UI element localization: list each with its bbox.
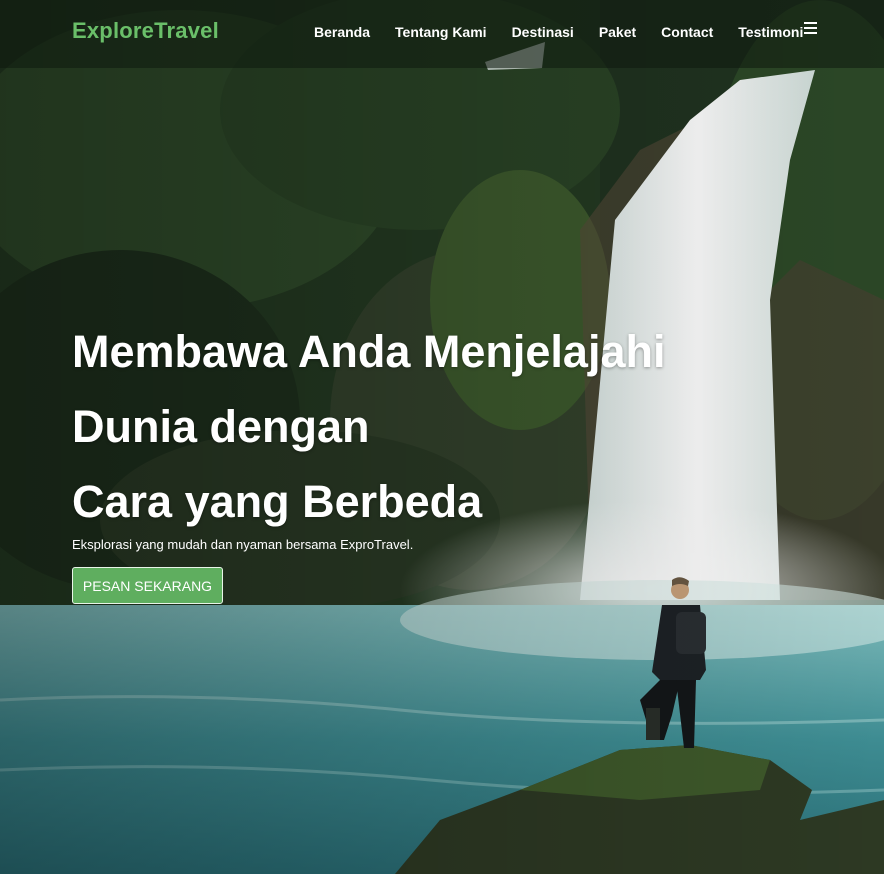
nav-item-tentang-kami[interactable]: Tentang Kami [395,24,487,40]
pesan-sekarang-button[interactable]: PESAN SEKARANG [72,567,223,604]
hero-subtitle: Eksplorasi yang mudah dan nyaman bersama… [72,537,414,552]
nav-item-beranda[interactable]: Beranda [314,24,370,40]
hamburger-menu-icon[interactable] [804,22,817,34]
nav-item-paket[interactable]: Paket [599,24,636,40]
hero-title-line-2: Dunia dengan [72,401,370,452]
hero-content: Membawa Anda Menjelajahi Dunia dengan Ca… [72,314,772,604]
hero-title: Membawa Anda Menjelajahi Dunia dengan Ca… [72,314,772,539]
nav-links: Beranda Tentang Kami Destinasi Paket Con… [314,24,828,40]
nav-item-destinasi[interactable]: Destinasi [512,24,574,40]
nav-item-contact[interactable]: Contact [661,24,713,40]
nav-item-testimoni[interactable]: Testimoni [738,24,803,40]
brand-logo[interactable]: ExploreTravel [72,18,219,44]
navbar: ExploreTravel Beranda Tentang Kami Desti… [0,0,884,68]
hero-title-line-1: Membawa Anda Menjelajahi [72,326,666,377]
hero-title-line-3: Cara yang Berbeda [72,476,483,527]
